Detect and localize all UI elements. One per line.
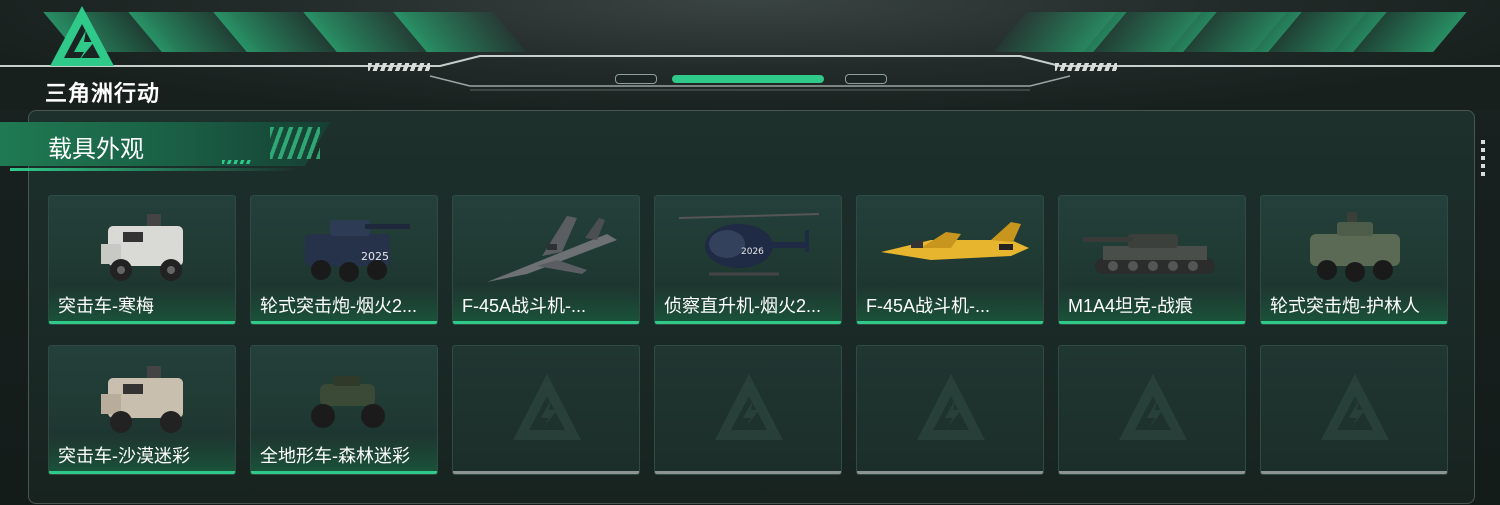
empty-slot-logo-icon — [1321, 374, 1389, 440]
empty-slot[interactable] — [452, 345, 640, 475]
vehicle-card[interactable]: 突击车-沙漠迷彩 — [48, 345, 236, 475]
section-title: 载具外观 — [48, 136, 144, 163]
wheeled-assault-gun-green-icon — [1310, 212, 1400, 282]
vehicle-card[interactable]: F-45A战斗机-... — [452, 195, 640, 325]
svg-text:2026: 2026 — [741, 247, 764, 257]
empty-slot-logo-icon — [513, 374, 581, 440]
section-mini-stripes — [222, 160, 252, 164]
vehicle-card[interactable]: 轮式突击炮-护林人 — [1260, 195, 1448, 325]
fighter-jet-yellow-icon — [881, 222, 1029, 260]
section-tab-stripes — [270, 127, 320, 159]
game-title: 三角洲行动 — [45, 81, 161, 106]
vehicle-name: 轮式突击炮-烟火2... — [260, 296, 418, 316]
empty-slot-logo-icon — [1119, 374, 1187, 440]
section-underline — [10, 168, 300, 171]
vehicle-name: 突击车-寒梅 — [58, 296, 154, 316]
header-frame — [0, 55, 1500, 91]
vehicle-card[interactable]: 突击车-寒梅 — [48, 195, 236, 325]
armored-car-desert-icon — [101, 366, 183, 433]
vehicle-name: 全地形车-森林迷彩 — [260, 446, 410, 466]
header-ticks-left — [368, 63, 430, 71]
header-pill-active — [672, 75, 824, 83]
header-pill — [615, 74, 657, 84]
vehicle-name: F-45A战斗机-... — [462, 296, 587, 316]
vehicle-name: F-45A战斗机-... — [866, 296, 991, 316]
empty-slot-logo-icon — [715, 374, 783, 440]
wheeled-assault-gun-blue-icon: 2025 — [305, 220, 410, 282]
vehicle-name: 侦察直升机-烟火2... — [664, 296, 822, 316]
header-ticks-right — [1055, 63, 1117, 71]
armored-car-white-icon — [101, 214, 183, 281]
vehicle-name: M1A4坦克-战痕 — [1068, 296, 1194, 316]
empty-slot[interactable] — [654, 345, 842, 475]
empty-slot[interactable] — [1260, 345, 1448, 475]
empty-slot-logo-icon — [917, 374, 985, 440]
vehicle-card[interactable]: 全地形车-森林迷彩 — [250, 345, 438, 475]
atv-forest-icon — [311, 376, 385, 428]
tank-icon — [1083, 234, 1215, 274]
vehicle-name: 轮式突击炮-护林人 — [1270, 296, 1420, 316]
scroll-dots[interactable] — [1481, 140, 1485, 180]
empty-slot[interactable] — [1058, 345, 1246, 475]
empty-slot[interactable] — [856, 345, 1044, 475]
vehicle-name: 突击车-沙漠迷彩 — [58, 446, 190, 466]
scout-helicopter-icon: 2026 — [678, 213, 820, 276]
vehicle-card[interactable]: 2026 侦察直升机-烟火2... — [654, 195, 842, 325]
vehicle-card[interactable]: F-45A战斗机-... — [856, 195, 1044, 325]
vehicle-card[interactable]: 2025 轮式突击炮-烟火2... — [250, 195, 438, 325]
header-pill — [845, 74, 887, 84]
vehicle-card[interactable]: M1A4坦克-战痕 — [1058, 195, 1246, 325]
fighter-jet-camo-icon — [487, 216, 617, 282]
